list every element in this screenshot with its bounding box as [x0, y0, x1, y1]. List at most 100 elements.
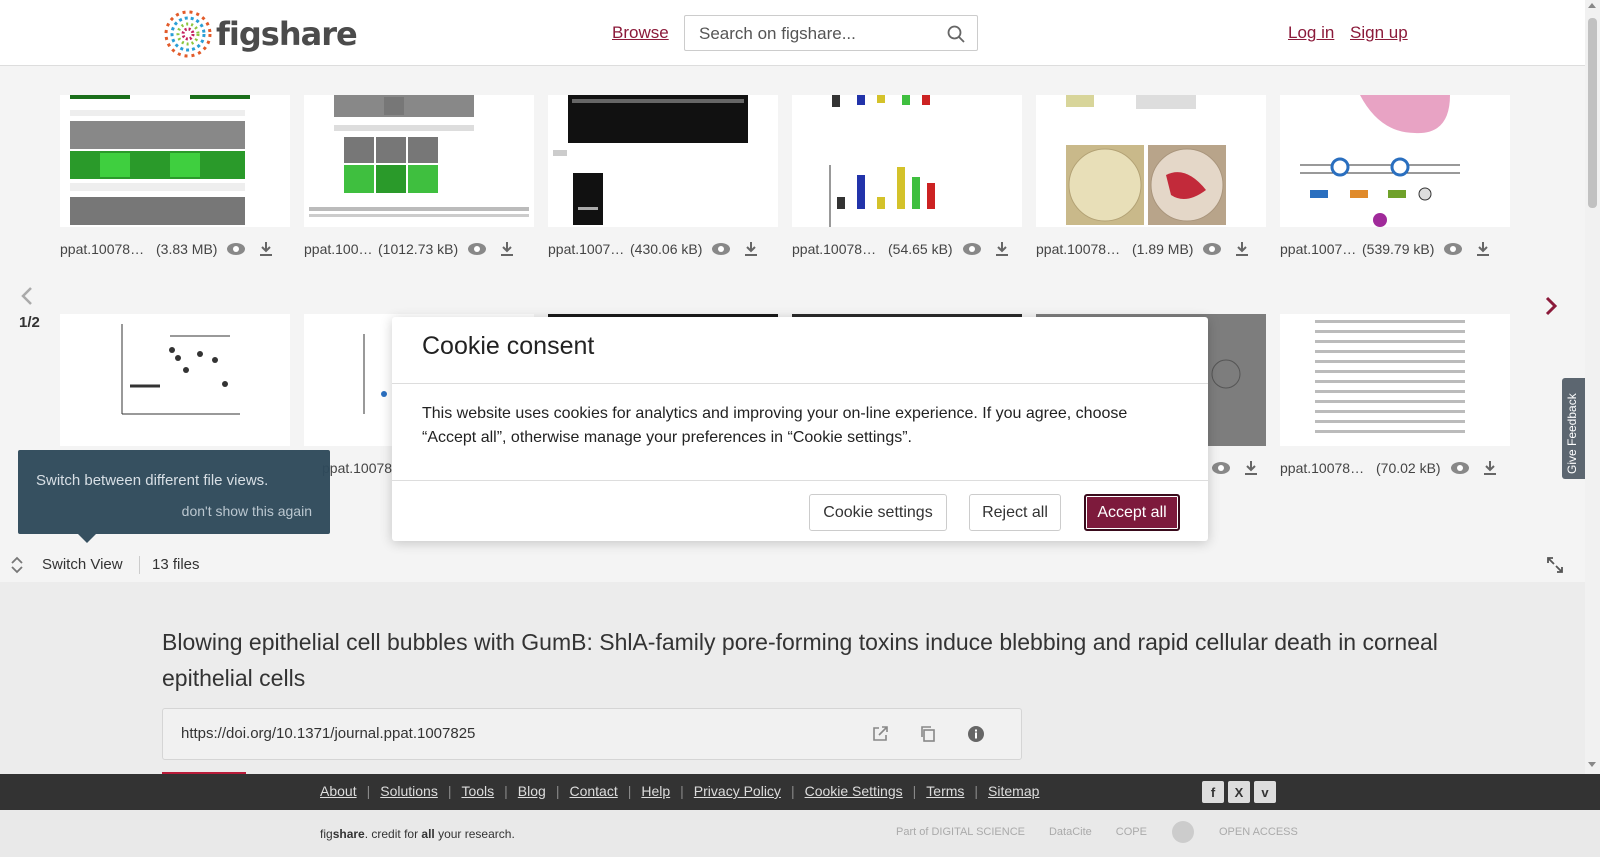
logo-mark-icon	[164, 10, 212, 58]
download-icon[interactable]	[496, 240, 518, 258]
copy-icon[interactable]	[919, 725, 937, 743]
file-thumbnail[interactable]	[792, 95, 1022, 227]
external-link-icon[interactable]	[871, 725, 889, 743]
next-arrow-icon[interactable]	[1544, 296, 1558, 316]
footer-bottom: figshare. credit for all your research. …	[0, 810, 1600, 857]
footer-link-contact[interactable]: Contact	[569, 783, 617, 799]
fullscreen-icon[interactable]	[1547, 557, 1563, 573]
file-thumbnail[interactable]	[548, 95, 778, 227]
file-name[interactable]: ppat.1007…	[1280, 241, 1360, 257]
footer-link-terms[interactable]: Terms	[926, 783, 964, 799]
file-thumbnail[interactable]	[60, 95, 290, 227]
preview-icon[interactable]	[225, 240, 247, 258]
file-thumbnail[interactable]	[304, 95, 534, 227]
x-twitter-icon[interactable]: X	[1228, 781, 1250, 803]
give-feedback-label: Give Feedback	[1565, 393, 1579, 474]
datacite-logo[interactable]: DataCite	[1049, 826, 1092, 838]
search-placeholder: Search on figshare...	[699, 24, 856, 43]
dialog-body: This website uses cookies for analytics …	[422, 405, 1128, 446]
dialog-divider	[392, 480, 1208, 481]
preview-icon[interactable]	[961, 240, 983, 258]
cope-logo[interactable]: COPE	[1116, 826, 1147, 838]
download-icon[interactable]	[1231, 240, 1253, 258]
file-info-row: ppat.10078… (1.89 MB)	[1036, 238, 1276, 260]
file-size: (54.65 kB)	[888, 241, 953, 257]
doi-link[interactable]: https://doi.org/10.1371/journal.ppat.100…	[181, 725, 475, 742]
browse-link[interactable]: Browse	[612, 23, 669, 43]
footer-link-cookie-settings[interactable]: Cookie Settings	[805, 783, 903, 799]
view-toolbar: Switch View 13 files	[0, 548, 1585, 582]
file-info-row: ppat.10078… (70.02 kB)	[1280, 457, 1520, 479]
login-link[interactable]: Log in	[1288, 23, 1334, 43]
footer-link-solutions[interactable]: Solutions	[380, 783, 438, 799]
file-size: (539.79 kB)	[1362, 241, 1435, 257]
tooltip-text: Switch between different file views.	[36, 472, 269, 489]
preview-icon[interactable]	[1449, 459, 1471, 477]
logo-text: figshare	[216, 15, 358, 53]
page-indicator: 1/2	[19, 314, 40, 331]
file-size: (1.89 MB)	[1132, 241, 1194, 257]
preview-icon[interactable]	[466, 240, 488, 258]
preview-icon[interactable]	[1210, 459, 1232, 477]
file-name[interactable]: ppat.10078…	[792, 241, 886, 257]
digital-science-logo[interactable]: Part of DIGITAL SCIENCE	[896, 826, 1025, 838]
file-info-row: ppat.1007… (430.06 kB)	[548, 238, 788, 260]
footer-link-blog[interactable]: Blog	[518, 783, 546, 799]
dont-show-again-link[interactable]: don't show this again	[182, 503, 312, 519]
cookie-settings-button[interactable]: Cookie settings	[809, 494, 947, 531]
search-input[interactable]: Search on figshare...	[684, 15, 978, 51]
footer-link-privacy[interactable]: Privacy Policy	[694, 783, 781, 799]
download-icon[interactable]	[1240, 459, 1262, 477]
footer-link-help[interactable]: Help	[641, 783, 670, 799]
article-title: Blowing epithelial cell bubbles with Gum…	[162, 629, 1438, 691]
previous-arrow-icon[interactable]	[20, 286, 34, 306]
file-thumbnail[interactable]	[1280, 95, 1510, 227]
file-name[interactable]: ppat.100…	[304, 241, 376, 257]
footer-links-bar: About | Solutions | Tools | Blog | Contact | …	[0, 774, 1600, 810]
file-thumbnail[interactable]	[1036, 95, 1266, 227]
file-name[interactable]: ppat.10078…	[1036, 241, 1130, 257]
preview-icon[interactable]	[710, 240, 732, 258]
accept-all-button[interactable]: Accept all	[1084, 494, 1180, 531]
vimeo-icon[interactable]: v	[1254, 781, 1276, 803]
dialog-divider	[392, 383, 1208, 384]
file-info-row: ppat.10078… (54.65 kB)	[792, 238, 1032, 260]
dialog-title: Cookie consent	[422, 332, 595, 360]
footer-link-sitemap[interactable]: Sitemap	[988, 783, 1039, 799]
file-size: (430.06 kB)	[630, 241, 703, 257]
download-icon[interactable]	[1479, 459, 1501, 477]
search-icon[interactable]	[947, 25, 965, 43]
file-name[interactable]: ppat.10078…	[1280, 460, 1374, 476]
file-name[interactable]: ppat.10078…	[60, 241, 154, 257]
preview-icon[interactable]	[1442, 240, 1464, 258]
scroll-down-icon[interactable]	[1588, 762, 1596, 767]
footer-link-about[interactable]: About	[320, 783, 357, 799]
give-feedback-tab[interactable]: Give Feedback	[1562, 378, 1585, 479]
tooltip-arrow	[78, 534, 96, 543]
facebook-icon[interactable]: f	[1202, 781, 1224, 803]
footer-link-tools[interactable]: Tools	[461, 783, 494, 799]
download-icon[interactable]	[255, 240, 277, 258]
file-name[interactable]: ppat.1007…	[548, 241, 628, 257]
scroll-up-icon[interactable]	[1588, 3, 1596, 8]
info-icon[interactable]	[967, 725, 985, 743]
switch-view-icon[interactable]	[10, 556, 24, 574]
switch-view-button[interactable]: Switch View	[42, 556, 123, 573]
file-thumbnail[interactable]	[60, 314, 290, 446]
open-access-logo[interactable]: OPEN ACCESS	[1219, 826, 1298, 838]
file-info-row: ppat.100… (1012.73 kB)	[304, 238, 544, 260]
preview-icon[interactable]	[1201, 240, 1223, 258]
globe-badge-icon[interactable]	[1171, 820, 1195, 844]
page-scrollbar[interactable]	[1585, 0, 1600, 774]
reject-all-button[interactable]: Reject all	[969, 494, 1061, 531]
scroll-thumb[interactable]	[1588, 18, 1597, 208]
download-icon[interactable]	[740, 240, 762, 258]
partner-logos: Part of DIGITAL SCIENCE DataCite COPE OP…	[896, 820, 1298, 844]
file-size: (1012.73 kB)	[378, 241, 459, 257]
download-icon[interactable]	[991, 240, 1013, 258]
download-icon[interactable]	[1472, 240, 1494, 258]
figshare-logo[interactable]: figshare	[162, 8, 358, 60]
file-size: (70.02 kB)	[1376, 460, 1441, 476]
signup-link[interactable]: Sign up	[1350, 23, 1408, 43]
file-thumbnail[interactable]	[1280, 314, 1510, 446]
